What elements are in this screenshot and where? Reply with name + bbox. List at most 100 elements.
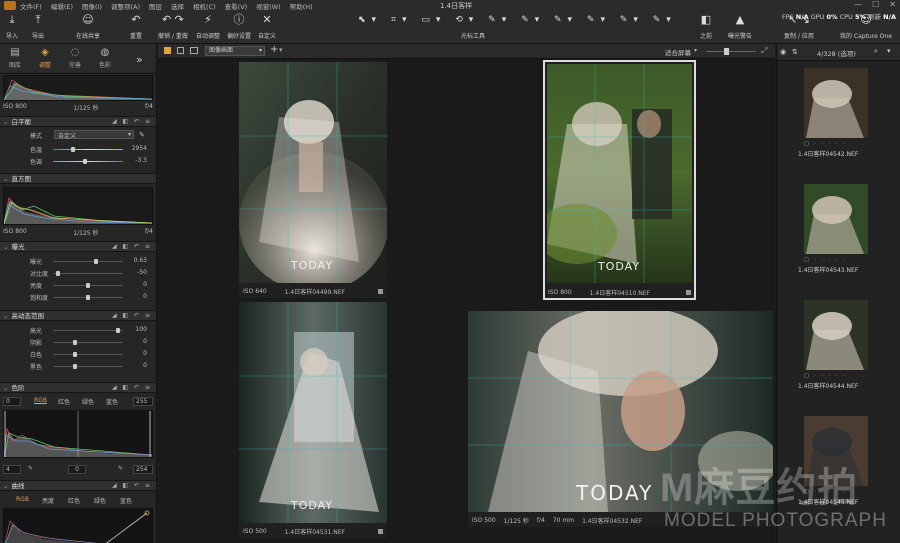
section-exposure[interactable]: ⌄ 曝光 ◢ ◧ ↶ ≡ <box>0 241 156 252</box>
tab-color[interactable]: ◍ 色彩 <box>90 44 120 73</box>
levels-midtone[interactable]: 0 <box>68 465 86 474</box>
section-tools-icon[interactable]: ◢ ◧ ↶ ≡ <box>112 383 152 393</box>
hdr-slider[interactable] <box>53 328 123 333</box>
curve-channel-green[interactable]: 绿色 <box>94 496 106 505</box>
filmstrip-rating-dots[interactable]: □ · · · · · <box>804 141 868 149</box>
temp-slider-knob[interactable] <box>71 147 75 152</box>
menu-window[interactable]: 视窗(W) <box>256 1 281 11</box>
eyedropper-icon[interactable]: ✎ <box>139 131 145 139</box>
browser-view-icon[interactable] <box>190 47 198 54</box>
levels-output-min[interactable]: 4 <box>3 465 21 474</box>
preferences-button[interactable]: ⓘ 偏好设置 <box>227 13 251 40</box>
filmstrip-item[interactable]: □ · · · · · 1.4日客样04544.NEF <box>798 300 868 390</box>
hdr-slider[interactable] <box>53 364 123 369</box>
section-hdr[interactable]: ⌄ 高动态范围 ◢ ◧ ↶ ≡ <box>0 310 156 321</box>
curve-editor[interactable] <box>3 508 153 543</box>
menu-select[interactable]: 选择 <box>171 1 184 11</box>
levels-max[interactable]: 255 <box>133 397 153 406</box>
add-dropdown-icon[interactable]: ▾ <box>279 46 283 54</box>
curve-channel-red[interactable]: 红色 <box>68 496 80 505</box>
menu-layer[interactable]: 图层 <box>149 1 162 11</box>
levels-channel-rgb[interactable]: RGB <box>34 397 47 404</box>
exposure-slider-knob[interactable] <box>86 283 90 288</box>
menu-camera[interactable]: 相机(C) <box>193 1 216 11</box>
reset-button[interactable]: ↶ 重置 <box>130 13 142 40</box>
levels-channel-red[interactable]: 红色 <box>58 397 70 406</box>
filmstrip-item[interactable]: □ · · · · · 1.4日客样04542.NEF <box>798 68 868 158</box>
exposure-slider[interactable] <box>53 283 123 288</box>
section-tools-icon[interactable]: ◢ ◧ ↶ ≡ <box>112 311 152 321</box>
fit-screen-label[interactable]: 适合屏幕 <box>665 47 691 57</box>
menu-help[interactable]: 帮助(H) <box>290 1 313 11</box>
exposure-slider[interactable] <box>53 259 123 264</box>
tint-slider-knob[interactable] <box>83 159 87 164</box>
zoom-select[interactable]: 图像画面 ▾ <box>205 46 265 56</box>
exposure-slider[interactable] <box>53 271 123 276</box>
filmstrip-rating-dots[interactable]: □ · · · · · <box>804 373 868 381</box>
levels-channel-green[interactable]: 绿色 <box>82 397 94 406</box>
hdr-slider[interactable] <box>53 352 123 357</box>
exposure-slider[interactable] <box>53 295 123 300</box>
cursor-tools[interactable]: ⬉▾ ⌗▾ ▭▾ ⟲▾ ✎▾ ✎▾ ✎▾ ✎▾ ✎▾ ✎▾ 光标工具 <box>358 13 671 40</box>
hdr-slider-knob[interactable] <box>73 352 77 357</box>
section-white-balance[interactable]: ⌄ 白平衡 ◢ ◧ ↶ ≡ <box>0 116 156 127</box>
tab-adjust[interactable]: ◈ 调整 <box>30 44 60 73</box>
exposure-slider-knob[interactable] <box>94 259 98 264</box>
share-button[interactable]: ☺ 在线共享 <box>76 13 100 40</box>
single-view-icon[interactable] <box>177 47 184 54</box>
hdr-slider-knob[interactable] <box>116 328 120 333</box>
add-icon[interactable]: + <box>270 44 278 55</box>
eye-icon[interactable]: ◉ <box>780 48 786 56</box>
levels-channel-blue[interactable]: 蓝色 <box>106 397 118 406</box>
menu-file[interactable]: 文件(F) <box>20 1 42 11</box>
curve-channel-luma[interactable]: 亮度 <box>42 496 54 505</box>
hdr-slider[interactable] <box>53 340 123 345</box>
exposure-slider-knob[interactable] <box>56 271 60 276</box>
curve-channel-blue[interactable]: 蓝色 <box>120 496 132 505</box>
section-tools-icon[interactable]: ◢ ◧ ↶ ≡ <box>112 117 152 127</box>
filmstrip-item[interactable]: □ · · · · · 1.4日客样04543.NEF <box>798 184 868 274</box>
filmstrip-rating-dots[interactable]: □ · · · · · <box>804 257 868 265</box>
menu-edit[interactable]: 编辑(E) <box>51 1 73 11</box>
auto-adjust-button[interactable]: ⚡ 自动调整 <box>196 13 220 40</box>
undo-redo-button[interactable]: ↶ ↷ 撤销 / 重做 <box>158 13 188 40</box>
close-icon[interactable]: ✕ <box>889 0 896 9</box>
exposure-warning-button[interactable]: ▲ 曝光警告 <box>728 13 752 40</box>
black-point-eyedropper-icon[interactable]: ✎ <box>28 465 33 472</box>
more-tabs-icon[interactable]: » <box>136 53 143 66</box>
tab-library[interactable]: ▤ 图库 <box>0 44 30 73</box>
export-button[interactable]: ⤒ 导出 <box>32 13 44 40</box>
hdr-slider-knob[interactable] <box>73 364 77 369</box>
levels-min[interactable]: 0 <box>3 397 21 406</box>
zoom-knob[interactable] <box>724 48 729 55</box>
levels-output-max[interactable]: 254 <box>133 465 153 474</box>
minimize-icon[interactable]: — <box>854 0 862 9</box>
section-tools-icon[interactable]: ◢ ◧ ↶ ≡ <box>112 242 152 252</box>
temp-slider[interactable] <box>53 147 123 152</box>
sort-icon[interactable]: ⇅ <box>792 48 798 56</box>
menu-image[interactable]: 图像(I) <box>82 1 102 11</box>
section-histogram[interactable]: ⌄ 直方图 <box>0 173 156 184</box>
hdr-slider-knob[interactable] <box>73 340 77 345</box>
customize-button[interactable]: ✕ 自定义 <box>258 13 276 40</box>
search-icon[interactable]: ⌕ <box>874 47 878 56</box>
section-curve[interactable]: ⌄ 曲线 ◢ ◧ ↶ ≡ <box>0 480 156 491</box>
levels-histogram[interactable] <box>3 410 153 458</box>
white-point-eyedropper-icon[interactable]: ✎ <box>118 465 123 472</box>
before-button[interactable]: ◧ 之前 <box>700 13 712 40</box>
filter-icon[interactable]: ▾ <box>887 47 891 55</box>
section-tools-icon[interactable]: ◢ ◧ ↶ ≡ <box>112 481 152 491</box>
tab-refine[interactable]: ◌ 完善 <box>60 44 90 73</box>
fit-dropdown-icon[interactable]: ▾ <box>694 47 697 54</box>
zoom-slider[interactable] <box>706 51 756 52</box>
fullscreen-icon[interactable]: ⤢ <box>761 46 767 56</box>
menu-adjustments[interactable]: 调整项(A) <box>111 1 140 11</box>
tint-slider[interactable] <box>53 159 123 164</box>
import-button[interactable]: ⤓ 导入 <box>6 13 18 40</box>
exposure-slider-knob[interactable] <box>86 295 90 300</box>
wb-mode-select[interactable]: 自定义 ▾ <box>54 130 134 140</box>
section-levels[interactable]: ⌄ 色阶 ◢ ◧ ↶ ≡ <box>0 382 156 393</box>
curve-channel-rgb[interactable]: RGB <box>16 496 29 503</box>
grid-view-icon[interactable] <box>164 47 171 54</box>
menu-view[interactable]: 查看(V) <box>225 1 248 11</box>
